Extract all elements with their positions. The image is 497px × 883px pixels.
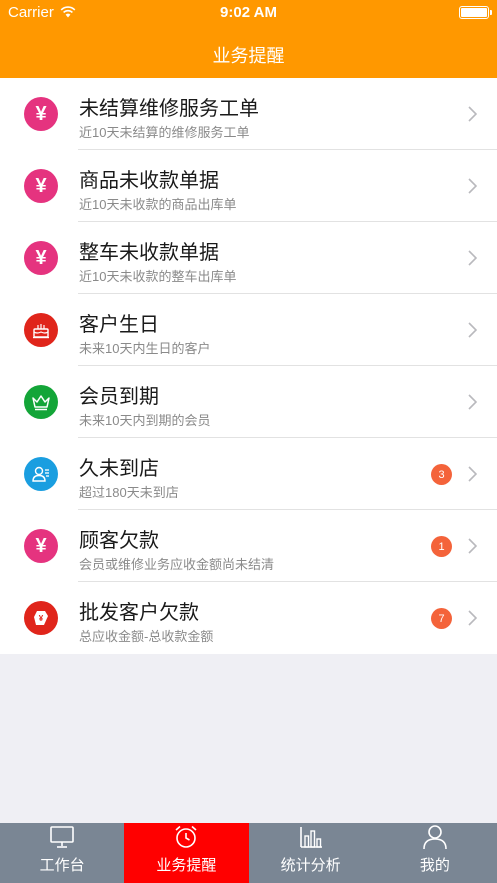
chevron-right-icon [468, 106, 477, 122]
chevron-right-icon [468, 322, 477, 338]
tab-statistics[interactable]: 统计分析 [249, 823, 373, 883]
chevron-right-icon [468, 610, 477, 626]
chevron-right-icon [468, 538, 477, 554]
yen-icon: ¥ [24, 241, 58, 275]
yen-icon: ¥ [24, 169, 58, 203]
reminder-row-goods-unpaid[interactable]: ¥ 商品未收款单据 近10天未收款的商品出库单 [0, 150, 497, 222]
count-badge: 1 [431, 536, 452, 557]
row-subtitle: 未来10天内生日的客户 [79, 341, 211, 356]
chevron-right-icon [468, 466, 477, 482]
reminder-row-membership-expiry[interactable]: 会员到期 未来10天内到期的会员 [0, 366, 497, 438]
chevron-right-icon [468, 394, 477, 410]
clock: 9:02 AM [220, 4, 277, 21]
row-title: 整车未收款单据 [79, 242, 219, 264]
header: Carrier 9:02 AM 业务提醒 [0, 0, 497, 78]
row-title: 商品未收款单据 [79, 170, 219, 192]
reminder-row-long-absent[interactable]: 久未到店 超过180天未到店 3 [0, 438, 497, 510]
reminder-row-customer-birthday[interactable]: 客户生日 未来10天内生日的客户 [0, 294, 497, 366]
row-subtitle: 近10天未结算的维修服务工单 [79, 125, 250, 140]
row-title: 批发客户欠款 [79, 602, 199, 624]
chevron-right-icon [468, 250, 477, 266]
reminder-row-vehicle-unpaid[interactable]: ¥ 整车未收款单据 近10天未收款的整车出库单 [0, 222, 497, 294]
count-badge: 3 [431, 464, 452, 485]
person-icon [24, 457, 58, 491]
monitor-icon [50, 826, 74, 848]
row-title: 未结算维修服务工单 [79, 98, 259, 120]
row-subtitle: 总应收金额-总收款金额 [79, 629, 214, 644]
reminder-list: ¥ 未结算维修服务工单 近10天未结算的维修服务工单 ¥ 商品未收款单据 近10… [0, 78, 497, 654]
yen-icon: ¥ [24, 97, 58, 131]
row-title: 久未到店 [79, 458, 159, 480]
row-title: 顾客欠款 [79, 530, 159, 552]
tab-workbench[interactable]: 工作台 [0, 823, 124, 883]
tab-bar: 工作台 业务提醒 统计分析 我的 [0, 823, 497, 883]
tab-label: 工作台 [39, 857, 85, 874]
crown-icon [24, 385, 58, 419]
row-subtitle: 未来10天内到期的会员 [79, 413, 211, 428]
tab-label: 统计分析 [280, 857, 341, 874]
yen-icon: ¥ [24, 529, 58, 563]
row-subtitle: 超过180天未到店 [79, 485, 179, 500]
status-bar: Carrier 9:02 AM [0, 0, 497, 26]
battery-icon [459, 6, 492, 19]
reminder-row-customer-debt[interactable]: ¥ 顾客欠款 会员或维修业务应收金额尚未结清 1 [0, 510, 497, 582]
cake-icon [24, 313, 58, 347]
tab-business-reminders[interactable]: 业务提醒 [124, 823, 249, 883]
count-badge: 7 [431, 608, 452, 629]
page-title: 业务提醒 [212, 46, 285, 66]
row-subtitle: 近10天未收款的整车出库单 [79, 269, 237, 284]
user-icon [423, 825, 447, 850]
row-title: 客户生日 [79, 314, 159, 336]
chevron-right-icon [468, 178, 477, 194]
bar-chart-icon [299, 827, 322, 848]
row-subtitle: 会员或维修业务应收金额尚未结清 [79, 557, 275, 572]
tab-label: 我的 [419, 857, 450, 874]
tab-mine[interactable]: 我的 [373, 823, 497, 883]
reminder-row-unsettled-orders[interactable]: ¥ 未结算维修服务工单 近10天未结算的维修服务工单 [0, 78, 497, 150]
reminder-row-wholesale-debt[interactable]: ¥ 批发客户欠款 总应收金额-总收款金额 7 [0, 582, 497, 654]
svg-text:¥: ¥ [39, 614, 44, 623]
alarm-clock-icon [175, 825, 197, 848]
wholesale-icon: ¥ [24, 601, 58, 635]
row-title: 会员到期 [79, 386, 159, 408]
row-subtitle: 近10天未收款的商品出库单 [79, 197, 237, 212]
tab-label: 业务提醒 [156, 857, 217, 874]
